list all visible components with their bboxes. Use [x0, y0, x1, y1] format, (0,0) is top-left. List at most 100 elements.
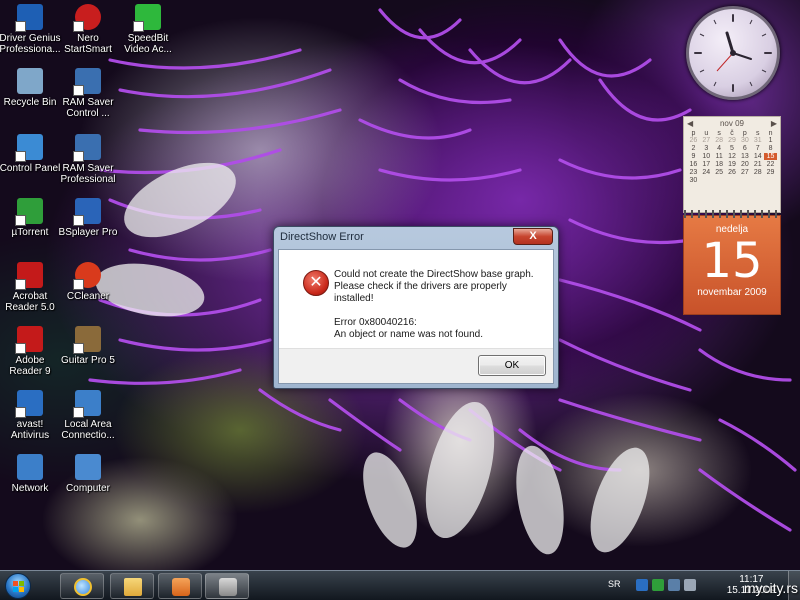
desktop-icon-ram-saver-professional[interactable]: RAM Saver Professional [56, 134, 120, 185]
calendar-day[interactable]: 22 [764, 161, 777, 168]
desktop-icon-recycle-bin[interactable]: Recycle Bin [0, 68, 62, 108]
desktop-icon-avast[interactable]: avast! Antivirus [0, 390, 62, 441]
desktop-icon-driver-genius[interactable]: Driver Genius Professiona... [0, 4, 62, 55]
calendar-day-grid: 26 27 28 29 30 31 1 2 3 4 5 6 7 8 9 10 11 12 13 14 15 16 17 18 1… [687, 137, 777, 184]
calendar-day[interactable]: 18 [713, 161, 726, 168]
calendar-weekday-header: u [704, 130, 709, 137]
desktop-icon-speedbit[interactable]: SpeedBit Video Ac... [116, 4, 180, 55]
ok-button[interactable]: OK [478, 355, 546, 376]
desktop-icon-ccleaner[interactable]: CCleaner [56, 262, 120, 302]
taskbar-tv-app[interactable] [205, 573, 249, 599]
calendar-day[interactable]: 21 [751, 161, 764, 168]
next-month-icon[interactable]: ▶ [771, 119, 777, 128]
calendar-weekday-header: p [742, 130, 747, 137]
calendar-day[interactable]: 26 [687, 137, 700, 144]
taskbar-internet-explorer[interactable] [60, 573, 104, 599]
desktop-icon-label: Driver Genius Professiona... [0, 33, 61, 55]
calendar-day[interactable]: 10 [700, 153, 713, 160]
calendar-day[interactable]: 20 [738, 161, 751, 168]
calendar-day[interactable]: 28 [751, 169, 764, 176]
desktop-icon-label: Recycle Bin [3, 97, 57, 108]
desktop-icon-bsplayer[interactable]: BSplayer Pro [56, 198, 120, 238]
message-line: Please check if the drivers are properly… [334, 281, 507, 304]
calendar-weekday-header: č [730, 130, 734, 137]
dialog-title: DirectShow Error [280, 231, 364, 243]
driver-genius-icon [15, 4, 43, 32]
calendar-day[interactable]: 19 [726, 161, 739, 168]
calendar-day[interactable]: 14 [751, 153, 764, 160]
language-indicator[interactable]: SR [608, 579, 621, 589]
desktop-icon-nero[interactable]: Nero StartSmart [56, 4, 120, 55]
calendar-day[interactable]: 29 [726, 137, 739, 144]
adobe-reader-icon [15, 326, 43, 354]
calendar-day[interactable]: 12 [726, 153, 739, 160]
internet-explorer-icon [74, 578, 92, 596]
calendar-day[interactable]: 2 [687, 145, 700, 152]
taskbar-media-player[interactable] [158, 573, 202, 599]
start-button[interactable] [5, 573, 31, 599]
calendar-day[interactable]: 26 [726, 169, 739, 176]
desktop-icon-utorrent[interactable]: µTorrent [0, 198, 62, 238]
windows-logo-icon [13, 581, 25, 593]
ram-saver-pro-icon [73, 134, 101, 162]
calendar-day[interactable]: 16 [687, 161, 700, 168]
network-tray-icon[interactable] [668, 579, 680, 591]
calendar-day[interactable]: 3 [700, 145, 713, 152]
antivirus-tray-icon[interactable] [636, 579, 648, 591]
calendar-day[interactable]: 15 [764, 153, 777, 160]
close-button[interactable]: X [513, 228, 553, 245]
calendar-month-year: novembar 2009 [697, 287, 767, 298]
utorrent-tray-icon[interactable] [652, 579, 664, 591]
calendar-gadget[interactable]: ◀ nov 09 ▶ pusčpsn 26 27 28 29 30 31 1 2 3 4 5 6 7 8 9… [683, 116, 781, 315]
calendar-day[interactable]: 8 [764, 145, 777, 152]
calendar-day[interactable]: 6 [738, 145, 751, 152]
calendar-day[interactable]: 25 [713, 169, 726, 176]
calendar-day[interactable]: 28 [713, 137, 726, 144]
calendar-month-view: ◀ nov 09 ▶ pusčpsn 26 27 28 29 30 31 1 2 3 4 5 6 7 8 9… [683, 116, 781, 213]
calendar-weekday-header: s [717, 130, 721, 137]
calendar-day[interactable]: 31 [751, 137, 764, 144]
volume-tray-icon[interactable] [684, 579, 696, 591]
calendar-weekday-header: p [691, 130, 696, 137]
desktop-icon-control-panel[interactable]: Control Panel [0, 134, 62, 174]
directshow-error-dialog: DirectShow Error X ✕ Could not create th… [273, 226, 559, 389]
desktop-icon-local-area-connection[interactable]: Local Area Connectio... [56, 390, 120, 441]
desktop-icon-label: Guitar Pro 5 [61, 355, 115, 366]
calendar-day[interactable]: 1 [764, 137, 777, 144]
desktop-icon-ram-saver-control[interactable]: RAM Saver Control ... [56, 68, 120, 119]
calendar-day[interactable]: 7 [751, 145, 764, 152]
dialog-footer: OK [279, 348, 553, 383]
network-icon [17, 454, 43, 480]
calendar-day[interactable]: 11 [713, 153, 726, 160]
desktop-icon-label: RAM Saver Control ... [62, 97, 114, 119]
calendar-day[interactable]: 27 [700, 137, 713, 144]
clock-gadget[interactable] [686, 6, 780, 100]
calendar-day[interactable]: 5 [726, 145, 739, 152]
taskbar-windows-explorer[interactable] [110, 573, 154, 599]
calendar-day[interactable]: 24 [700, 169, 713, 176]
calendar-day[interactable]: 4 [713, 145, 726, 152]
calendar-day[interactable]: 13 [738, 153, 751, 160]
error-icon: ✕ [303, 270, 329, 296]
ram-saver-icon [73, 68, 101, 96]
error-code: Error 0x80040216: [334, 317, 417, 328]
desktop-icon-label: Control Panel [0, 163, 61, 174]
ccleaner-icon [73, 262, 101, 290]
calendar-day[interactable]: 30 [687, 177, 700, 184]
calendar-day[interactable]: 23 [687, 169, 700, 176]
prev-month-icon[interactable]: ◀ [687, 119, 693, 128]
calendar-day[interactable]: 29 [764, 169, 777, 176]
desktop-icon-computer[interactable]: Computer [56, 454, 120, 494]
calendar-day[interactable]: 30 [738, 137, 751, 144]
desktop-icon-network[interactable]: Network [0, 454, 62, 494]
desktop-icon-label: Computer [66, 483, 110, 494]
calendar-day[interactable]: 9 [687, 153, 700, 160]
desktop-icon-label: Nero StartSmart [64, 33, 112, 55]
calendar-day[interactable]: 17 [700, 161, 713, 168]
desktop-icon-guitar-pro[interactable]: Guitar Pro 5 [56, 326, 120, 366]
calendar-day[interactable]: 27 [738, 169, 751, 176]
desktop-icon-adobe-reader-9[interactable]: Adobe Reader 9 [0, 326, 62, 377]
calendar-day-view: nedelja 15 novembar 2009 [683, 210, 781, 315]
clock-face-icon [694, 14, 772, 92]
desktop-icon-acrobat-reader-5[interactable]: Acrobat Reader 5.0 [0, 262, 62, 313]
